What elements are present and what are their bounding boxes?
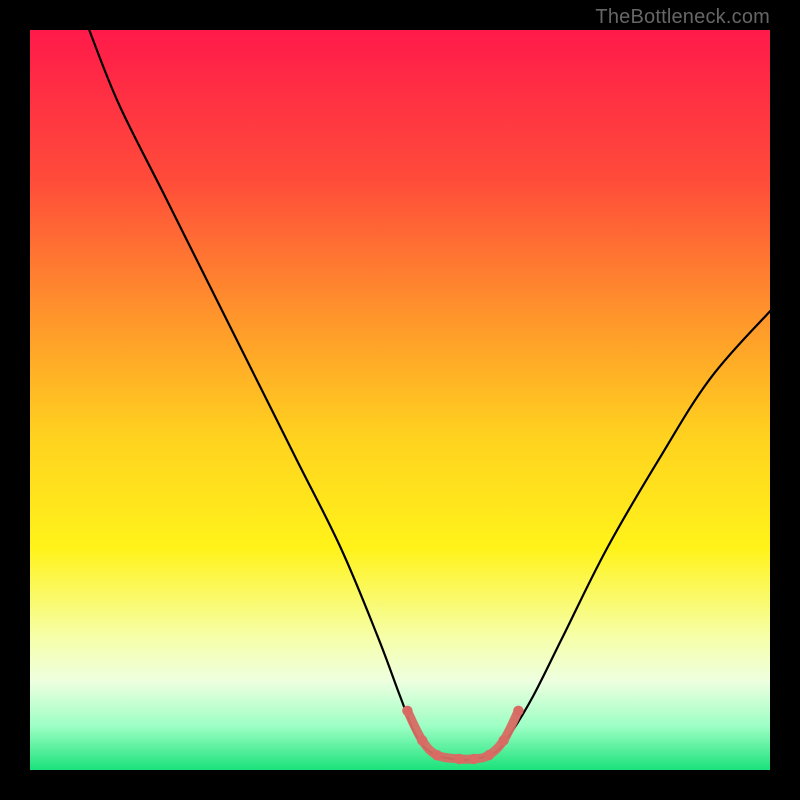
chart-frame: TheBottleneck.com xyxy=(0,0,800,800)
chart-svg xyxy=(30,30,770,770)
watermark-text: TheBottleneck.com xyxy=(595,6,770,29)
plot-area xyxy=(30,30,770,770)
